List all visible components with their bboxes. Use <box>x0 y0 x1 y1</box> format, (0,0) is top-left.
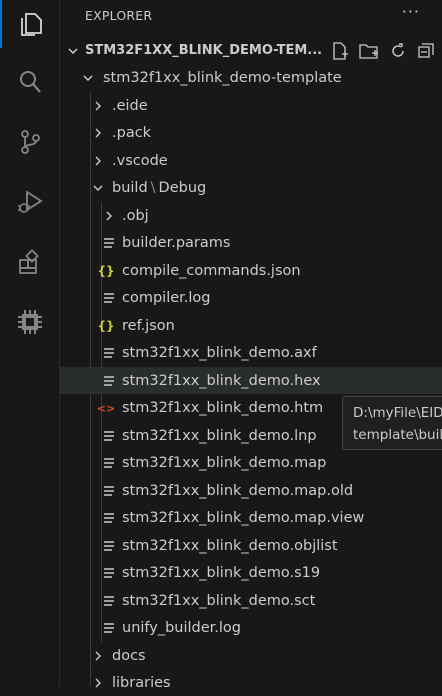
tree-label: .vscode <box>112 152 168 169</box>
file-lines-icon <box>104 541 114 551</box>
workspace-section-header[interactable]: STM32F1XX_BLINK_DEMO-TEM... <box>60 37 442 64</box>
tree-file[interactable]: stm32f1xx_blink_demo.map.view <box>60 504 442 531</box>
tree-file[interactable]: stm32f1xx_blink_demo.map.old <box>60 477 442 504</box>
refresh-icon[interactable] <box>388 41 408 61</box>
explorer-icon[interactable] <box>0 0 59 48</box>
debug-part: Debug <box>158 179 207 196</box>
tree-label: .obj <box>122 207 149 224</box>
file-lines-icon <box>104 623 114 633</box>
file-lines-icon <box>104 513 114 523</box>
tree-label: stm32f1xx_blink_demo-template <box>103 69 342 86</box>
file-lines-icon <box>104 458 114 468</box>
tree-label: stm32f1xx_blink_demo.s19 <box>122 564 321 581</box>
tree-label: libraries <box>112 674 171 691</box>
tree-label: .pack <box>112 124 152 141</box>
chevron-right-icon <box>95 651 101 661</box>
tree-label: stm32f1xx_blink_demo.map.view <box>122 509 365 526</box>
file-lines-icon <box>104 431 114 441</box>
json-file-icon: {} <box>97 264 115 278</box>
tree-label-build: build \ Debug <box>112 180 206 196</box>
extensions-icon[interactable] <box>0 238 59 286</box>
chevron-right-icon <box>106 211 112 221</box>
tree-file[interactable]: {} compile_commands.json <box>60 257 442 284</box>
tree-folder-vscode[interactable]: .vscode <box>60 147 442 174</box>
activity-bar <box>0 0 60 686</box>
build-part: build <box>112 179 148 196</box>
tooltip-line: template\buil <box>353 427 442 443</box>
section-actions <box>330 41 436 61</box>
tree-label: stm32f1xx_blink_demo.htm <box>122 399 324 416</box>
tree-file-selected[interactable]: stm32f1xx_blink_demo.hex <box>60 367 442 394</box>
html-file-icon: <> <box>96 401 116 415</box>
json-file-icon: {} <box>97 319 115 333</box>
tree-label: builder.params <box>122 234 231 251</box>
tree-label: stm32f1xx_blink_demo.map <box>122 454 327 471</box>
file-lines-icon <box>104 596 114 606</box>
tree-file[interactable]: stm32f1xx_blink_demo.s19 <box>60 559 442 586</box>
tree-file[interactable]: compiler.log <box>60 284 442 311</box>
tree-file[interactable]: stm32f1xx_blink_demo.map <box>60 449 442 476</box>
chevron-right-icon <box>95 128 101 138</box>
file-lines-icon <box>104 568 114 578</box>
new-file-icon[interactable] <box>330 41 350 61</box>
chevron-right-icon <box>95 156 101 166</box>
source-control-icon[interactable] <box>0 118 59 166</box>
tree-label: stm32f1xx_blink_demo.objlist <box>122 537 338 554</box>
explorer-panel: EXPLORER ··· STM32F1XX_BLINK_DEMO-TEM...… <box>60 0 442 691</box>
collapse-all-icon[interactable] <box>416 41 436 61</box>
tree-file[interactable]: stm32f1xx_blink_demo.sct <box>60 587 442 614</box>
search-icon[interactable] <box>0 58 59 106</box>
file-lines-icon <box>104 293 114 303</box>
file-lines-icon <box>104 486 114 496</box>
tree-file[interactable]: unify_builder.log <box>60 614 442 641</box>
tree-folder-build-debug[interactable]: build \ Debug <box>60 174 442 201</box>
run-debug-icon[interactable] <box>0 178 59 226</box>
tree-label: compile_commands.json <box>122 262 301 279</box>
tree-label: stm32f1xx_blink_demo.lnp <box>122 427 317 444</box>
chevron-right-icon <box>95 678 101 688</box>
chevron-down-icon <box>93 185 103 191</box>
tree-label: .eide <box>112 97 148 114</box>
tree-file[interactable]: {} ref.json <box>60 312 442 339</box>
tree-label: ref.json <box>122 317 175 334</box>
tree-file[interactable]: stm32f1xx_blink_demo.axf <box>60 339 442 366</box>
tree-label: stm32f1xx_blink_demo.map.old <box>122 482 354 499</box>
file-lines-icon <box>104 238 114 248</box>
more-actions-icon[interactable]: ··· <box>402 2 420 21</box>
file-lines-icon <box>104 348 114 358</box>
tree-folder-obj[interactable]: .obj <box>60 202 442 229</box>
tree-label: stm32f1xx_blink_demo.axf <box>122 344 317 361</box>
tree-folder-docs[interactable]: docs <box>60 642 442 669</box>
tree-folder-eide[interactable]: .eide <box>60 92 442 119</box>
path-separator: \ <box>150 179 156 196</box>
tree-folder-root[interactable]: stm32f1xx_blink_demo-template <box>60 64 442 91</box>
chevron-down-icon <box>83 75 93 81</box>
explorer-header: EXPLORER ··· <box>60 0 442 30</box>
chevron-down-icon <box>68 48 78 55</box>
file-lines-icon <box>104 376 114 386</box>
tree-label: unify_builder.log <box>122 619 242 636</box>
explorer-title: EXPLORER <box>85 7 153 23</box>
tree-label: stm32f1xx_blink_demo.sct <box>122 592 316 609</box>
tree-label: docs <box>112 647 146 664</box>
tooltip-line: D:\myFile\EID <box>353 405 442 421</box>
tree-label: stm32f1xx_blink_demo.hex <box>122 372 321 389</box>
tree-folder-libraries[interactable]: libraries <box>60 669 442 696</box>
chevron-right-icon <box>95 101 101 111</box>
path-tooltip: D:\myFile\EID template\buil <box>342 396 442 450</box>
new-folder-icon[interactable] <box>358 41 380 61</box>
tree-folder-pack[interactable]: .pack <box>60 119 442 146</box>
workspace-title: STM32F1XX_BLINK_DEMO-TEM... <box>85 43 323 58</box>
tree-file[interactable]: builder.params <box>60 229 442 256</box>
tree-file[interactable]: stm32f1xx_blink_demo.objlist <box>60 532 442 559</box>
tree-label: compiler.log <box>122 289 211 306</box>
chip-icon[interactable] <box>0 298 59 346</box>
